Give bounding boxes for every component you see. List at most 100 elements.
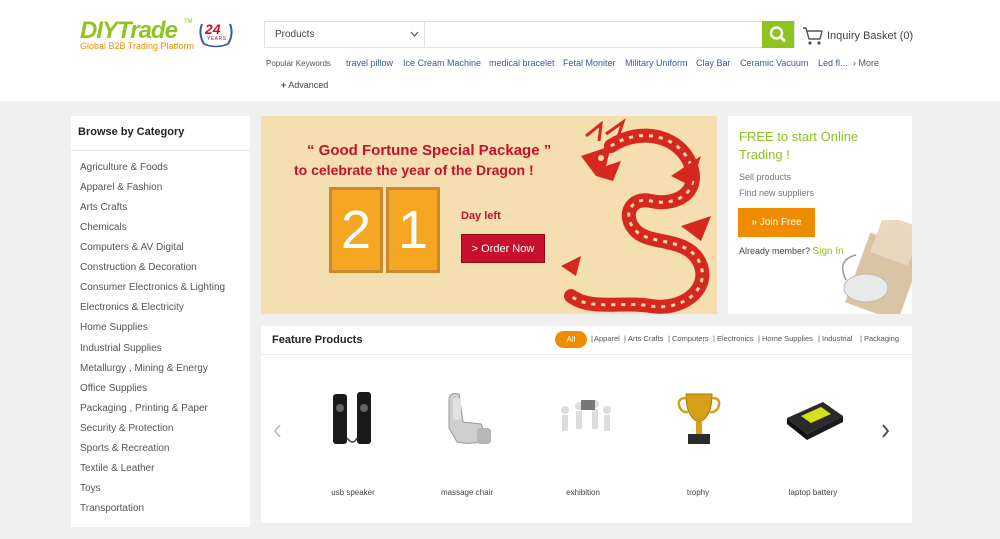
laptop-battery-image [787,402,843,440]
sidebar-item-toys[interactable]: Toys [80,483,101,494]
sidebar-item-textile[interactable]: Textile & Leather [80,463,155,474]
badge-text: YEARS [207,36,227,42]
banner-subheadline: to celebrate the year of the Dragon ! [294,162,534,178]
product-card[interactable]: exhibition [538,376,628,506]
search-input[interactable] [426,22,764,47]
tab-separator: | [818,334,820,343]
sidebar-item-agriculture[interactable]: Agriculture & Foods [80,162,168,173]
logo-tagline: Global B2B Trading Platform [80,41,195,51]
sidebar-item-electronics[interactable]: Electronics & Electricity [80,302,184,313]
tab-packaging[interactable]: Packaging [864,334,899,343]
carousel-next-button[interactable] [881,423,891,444]
category-sidebar: Browse by Category Agriculture & Foods A… [71,116,250,527]
keyword-link[interactable]: Fetal Moniter [563,58,616,68]
product-name: massage chair [440,488,494,497]
chevron-right-icon [882,424,890,438]
product-card[interactable]: usb speaker [308,376,398,506]
sidebar-item-consumer-electronics[interactable]: Consumer Electronics & Lighting [80,282,225,293]
plus-icon: + [281,80,287,90]
member-prompt: Already member? Sign In [739,246,844,257]
sidebar-item-chemicals[interactable]: Chemicals [80,222,127,233]
exhibition-image [561,400,611,431]
sidebar-item-home-supplies[interactable]: Home Supplies [80,322,148,333]
product-card[interactable]: laptop battery [768,376,858,506]
tab-separator: | [624,334,626,343]
chevron-left-icon [273,424,281,438]
tab-separator: | [668,334,670,343]
sidebar-item-industrial[interactable]: Industrial Supplies [80,343,162,354]
chevron-right-icon: › [853,58,856,68]
chevron-down-icon [410,22,419,57]
advanced-search-link[interactable]: + Advanced [281,80,328,90]
search-category-select[interactable]: Products [265,22,425,47]
tab-electronics[interactable]: Electronics [717,334,754,343]
logo-trademark: TM [184,19,193,25]
tab-industrial[interactable]: Industrial [822,334,852,343]
popular-keywords-title: Popular Keywords [266,59,331,68]
sidebar-item-metallurgy[interactable]: Metallurgy , Mining & Energy [80,363,208,374]
sidebar-item-computers[interactable]: Computers & AV Digital [80,242,184,253]
keyword-link[interactable]: medical bracelet [489,58,555,68]
tab-separator: | [860,334,862,343]
shopping-cart-icon [803,27,823,45]
join-promo-box: FREE to start Online Trading ! Sell prod… [728,116,912,314]
join-promo-title: FREE to start Online Trading ! [739,129,859,162]
badge-number: 24 [205,21,221,37]
divider [71,150,250,151]
sidebar-item-packaging[interactable]: Packaging , Printing & Paper [80,403,208,414]
tab-apparel[interactable]: Apparel [594,334,620,343]
sidebar-item-arts-crafts[interactable]: Arts Crafts [80,202,127,213]
tab-all[interactable]: All [555,331,587,348]
tab-home-supplies[interactable]: Home Supplies [762,334,813,343]
keyword-link[interactable]: Military Uniform [625,58,688,68]
benefit-item: Find new suppliers [739,188,815,198]
logo[interactable]: DIYTrade TM Global B2B Trading Platform … [80,17,240,57]
feature-products: Feature Products All | Apparel | Arts Cr… [261,326,912,523]
tab-arts-crafts[interactable]: Arts Crafts [628,334,663,343]
more-keywords-button[interactable]: › More [853,58,879,68]
product-card[interactable]: massage chair [422,376,512,506]
parcel-mouse-icon [841,220,912,314]
product-card[interactable]: trophy [653,376,743,506]
banner-headline: “ Good Fortune Special Package ” [307,142,552,159]
trophy-image [677,393,721,444]
tab-separator: | [591,334,593,343]
product-name: usb speaker [331,488,375,497]
sidebar-item-transportation[interactable]: Transportation [80,503,144,514]
product-name: trophy [686,488,710,497]
benefit-item: Sell products [739,172,792,182]
sidebar-item-sports[interactable]: Sports & Recreation [80,443,170,454]
sidebar-item-security[interactable]: Security & Protection [80,423,173,434]
sidebar-title: Browse by Category [78,126,185,138]
search-icon [769,26,786,42]
keyword-link[interactable]: Ceramic Vacuum [740,58,808,68]
anniversary-badge-icon: 24 YEARS [196,18,236,50]
header: DIYTrade TM Global B2B Trading Platform … [0,0,1000,101]
dragon-illustration-icon [561,118,711,314]
promo-banner[interactable]: “ Good Fortune Special Package ” to cele… [261,116,717,314]
product-name: exhibition [566,488,600,497]
usb-speaker-image [333,392,371,444]
tab-separator: | [713,334,715,343]
sidebar-item-office[interactable]: Office Supplies [80,383,147,394]
keyword-link[interactable]: travel pillow [346,58,393,68]
countdown-digit: 2 [329,187,383,273]
order-now-button[interactable]: > Order Now [461,234,545,263]
search-button[interactable] [762,21,794,48]
massage-chair-image [448,393,491,444]
sidebar-item-construction[interactable]: Construction & Decoration [80,262,197,273]
join-free-button[interactable]: » Join Free [738,208,815,237]
tab-computers[interactable]: Computers [672,334,709,343]
popular-keywords: Popular Keywords travel pillow Ice Cream… [266,58,906,72]
days-left-label: Day left [461,210,501,222]
feature-products-title: Feature Products [272,334,363,346]
product-name: laptop battery [788,488,838,497]
keyword-link[interactable]: Ice Cream Machine [403,58,481,68]
carousel-prev-button[interactable] [272,423,282,444]
keyword-link[interactable]: Led fl... [818,58,848,68]
countdown-digit: 1 [386,187,440,273]
sidebar-item-apparel[interactable]: Apparel & Fashion [80,182,162,193]
keyword-link[interactable]: Clay Bar [696,58,731,68]
inquiry-basket[interactable]: Inquiry Basket (0) [802,25,913,47]
search-bar: Products [264,21,795,48]
